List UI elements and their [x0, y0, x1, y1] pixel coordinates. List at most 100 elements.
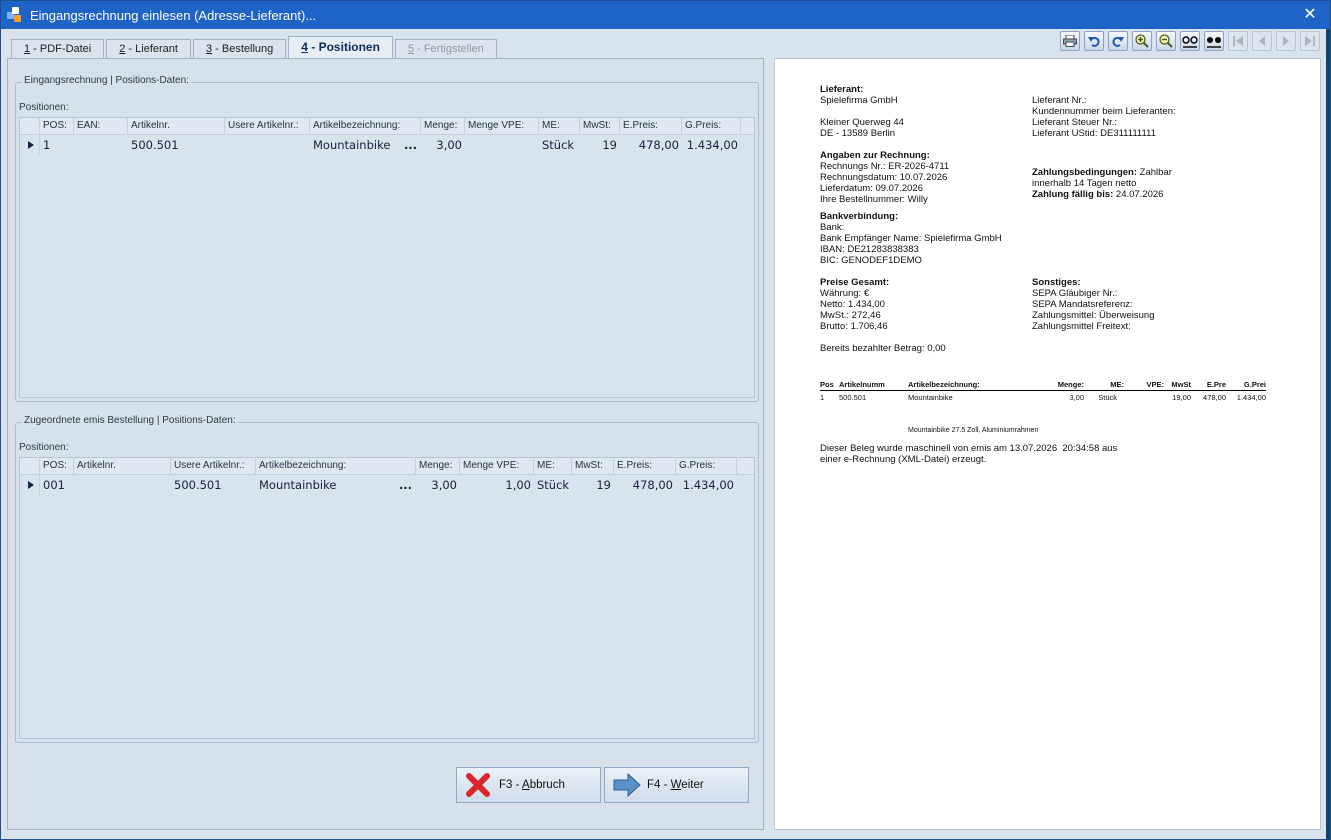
- positions-label: Positionen:: [19, 442, 69, 453]
- misc-block: Sonstiges: SEPA Gläubiger Nr.: SEPA Mand…: [1032, 277, 1155, 332]
- bank-block: Bankverbindung: Bank: Bank Empfänger Nam…: [820, 211, 1002, 266]
- preview-toolbar: [1060, 31, 1320, 51]
- cancel-x-icon: [465, 772, 491, 798]
- col-bezeichnung[interactable]: Artikelbezeichnung:: [256, 458, 416, 474]
- cell-menge[interactable]: 3,00: [416, 475, 460, 495]
- invoice-positions-grid[interactable]: POS: EAN: Artikelnr. Usere Artikelnr.: A…: [19, 117, 755, 398]
- cell-me[interactable]: Stück: [539, 135, 580, 155]
- table-row[interactable]: 001 500.501 Mountainbike ... 3,00 1,00 S…: [20, 475, 754, 495]
- fit-width-icon[interactable]: [1180, 31, 1200, 51]
- zoom-out-icon[interactable]: [1156, 31, 1176, 51]
- group-legend: Zugeordnete emis Bestellung | Positions-…: [22, 415, 238, 426]
- grid-header: POS: EAN: Artikelnr. Usere Artikelnr.: A…: [20, 118, 754, 135]
- col-epreis[interactable]: E.Preis:: [620, 118, 682, 134]
- next-button[interactable]: F4 - Weiter: [604, 767, 749, 803]
- tab-positionen[interactable]: 4 - Positionen: [288, 36, 393, 59]
- cell-user-artikelnr[interactable]: [225, 135, 310, 155]
- cancel-button[interactable]: F3 - Abbruch: [456, 767, 601, 803]
- grid-header: POS: Artikelnr. Usere Artikelnr.: Artike…: [20, 458, 754, 475]
- zoom-in-icon[interactable]: [1132, 31, 1152, 51]
- col-artikelnr[interactable]: Artikelnr.: [128, 118, 225, 134]
- main-window: Eingangsrechnung einlesen (Adresse-Liefe…: [0, 0, 1331, 840]
- col-mwst[interactable]: MwSt:: [580, 118, 620, 134]
- col-artikelnr[interactable]: Artikelnr.: [74, 458, 171, 474]
- payment-terms-block: Zahlungsbedingungen: Zahlbar innerhalb 1…: [1032, 167, 1172, 200]
- cell-mwst[interactable]: 19: [572, 475, 614, 495]
- close-icon[interactable]: ✕: [1300, 5, 1320, 25]
- cell-pos[interactable]: 001: [40, 475, 74, 495]
- col-menge-vpe[interactable]: Menge VPE:: [460, 458, 534, 474]
- invoice-info-block: Angaben zur Rechnung: Rechnungs Nr.: ER-…: [820, 150, 950, 205]
- order-positions-grid[interactable]: POS: Artikelnr. Usere Artikelnr.: Artike…: [19, 457, 755, 739]
- col-me[interactable]: ME:: [539, 118, 580, 134]
- last-page-icon[interactable]: [1300, 31, 1320, 51]
- cell-gpreis[interactable]: 1.434,00: [682, 135, 741, 155]
- totals-block: Preise Gesamt: Währung: € Netto: 1.434,0…: [820, 277, 890, 332]
- cell-gpreis[interactable]: 1.434,00: [676, 475, 737, 495]
- more-button[interactable]: ...: [395, 475, 416, 495]
- positions-label: Positionen:: [19, 102, 69, 113]
- first-page-icon[interactable]: [1228, 31, 1248, 51]
- window-edge: [1326, 29, 1330, 840]
- cell-epreis[interactable]: 478,00: [620, 135, 682, 155]
- row-indicator: [20, 135, 40, 155]
- preview-table-header: Pos Artikelnumm Artikelbezeichnung: Meng…: [820, 380, 1266, 391]
- fit-page-icon[interactable]: [1204, 31, 1224, 51]
- app-icon: [7, 7, 23, 23]
- supplier-block: Lieferant: Spielefirma GmbH Kleiner Quer…: [820, 84, 904, 139]
- row-indicator-header: [20, 458, 40, 474]
- col-pos[interactable]: POS:: [40, 118, 74, 134]
- redo-icon[interactable]: [1108, 31, 1128, 51]
- cell-artikelnr[interactable]: 500.501: [128, 135, 225, 155]
- cell-menge-vpe[interactable]: 1,00: [460, 475, 534, 495]
- paid-amount: Bereits bezahlter Betrag: 0,00: [820, 343, 946, 354]
- cell-bezeichnung[interactable]: Mountainbike: [310, 135, 400, 155]
- group-legend: Eingangsrechnung | Positions-Daten:: [22, 75, 191, 86]
- col-menge[interactable]: Menge:: [416, 458, 460, 474]
- invoice-preview[interactable]: Lieferant: Spielefirma GmbH Kleiner Quer…: [774, 58, 1321, 830]
- col-user-artikelnr[interactable]: Usere Artikelnr.:: [225, 118, 310, 134]
- undo-icon[interactable]: [1084, 31, 1104, 51]
- more-button[interactable]: ...: [400, 135, 421, 155]
- prev-page-icon[interactable]: [1252, 31, 1272, 51]
- col-user-artikelnr[interactable]: Usere Artikelnr.:: [171, 458, 256, 474]
- cell-menge[interactable]: 3,00: [421, 135, 465, 155]
- printer-icon[interactable]: [1060, 31, 1080, 51]
- cell-epreis[interactable]: 478,00: [614, 475, 676, 495]
- cell-bezeichnung[interactable]: Mountainbike: [256, 475, 395, 495]
- invoice-positions-group: Eingangsrechnung | Positions-Daten: Posi…: [15, 75, 759, 402]
- next-page-icon[interactable]: [1276, 31, 1296, 51]
- col-me[interactable]: ME:: [534, 458, 572, 474]
- tab-fertigstellen: 5 - Fertigstellen: [394, 39, 497, 59]
- col-mwst[interactable]: MwSt:: [572, 458, 614, 474]
- cell-mwst[interactable]: 19: [580, 135, 620, 155]
- col-ean[interactable]: EAN:: [74, 118, 128, 134]
- col-bezeichnung[interactable]: Artikelbezeichnung:: [310, 118, 421, 134]
- col-pos[interactable]: POS:: [40, 458, 74, 474]
- cell-ean[interactable]: [74, 135, 128, 155]
- window-title: Eingangsrechnung einlesen (Adresse-Liefe…: [30, 7, 317, 23]
- order-positions-group: Zugeordnete emis Bestellung | Positions-…: [15, 415, 759, 743]
- item-note: Mountainbike 27.5 Zoll, Aluminiumrahmen: [908, 427, 1039, 434]
- footer-note: Dieser Beleg wurde maschinell von emis a…: [820, 443, 1118, 465]
- tab-lieferant[interactable]: 2 - Lieferant: [106, 39, 191, 59]
- cell-artikelnr[interactable]: [74, 475, 171, 495]
- col-gpreis[interactable]: G.Preis:: [682, 118, 741, 134]
- cell-pos[interactable]: 1: [40, 135, 74, 155]
- title-bar: Eingangsrechnung einlesen (Adresse-Liefe…: [1, 1, 1330, 29]
- cancel-label: F3 - Abbruch: [499, 779, 565, 791]
- wizard-tabs: 1 - PDF-Datei 2 - Lieferant 3 - Bestellu…: [11, 36, 499, 59]
- col-epreis[interactable]: E.Preis:: [614, 458, 676, 474]
- tab-bestellung[interactable]: 3 - Bestellung: [192, 39, 287, 59]
- col-gpreis[interactable]: G.Preis:: [676, 458, 737, 474]
- tab-pdf-datei[interactable]: 1 - PDF-Datei: [11, 39, 105, 59]
- preview-positions-table: Pos Artikelnumm Artikelbezeichnung: Meng…: [820, 380, 1266, 402]
- cell-me[interactable]: Stück: [534, 475, 572, 495]
- cell-menge-vpe[interactable]: [465, 135, 539, 155]
- next-label: F4 - Weiter: [647, 779, 704, 791]
- table-row[interactable]: 1 500.501 Mountainbike ... 3,00 Stück 19…: [20, 135, 754, 155]
- cell-user-artikelnr[interactable]: 500.501: [171, 475, 256, 495]
- row-indicator: [20, 475, 40, 495]
- col-menge-vpe[interactable]: Menge VPE:: [465, 118, 539, 134]
- col-menge[interactable]: Menge:: [421, 118, 465, 134]
